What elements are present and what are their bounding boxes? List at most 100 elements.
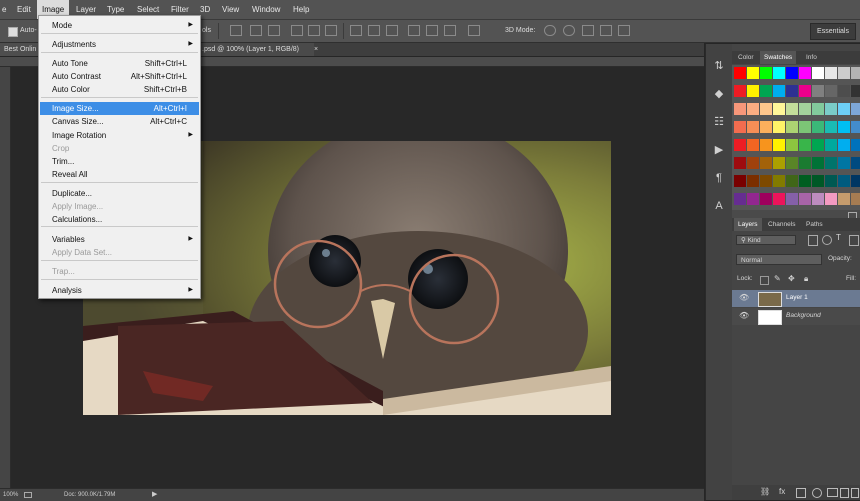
swatch[interactable] <box>786 67 798 79</box>
swatch[interactable] <box>786 139 798 151</box>
menu-item-reveal-all[interactable]: Reveal All <box>40 168 199 181</box>
layer-style-icon[interactable]: fx <box>779 487 785 496</box>
menu-item-canvas-size[interactable]: Canvas Size... Alt+Ctrl+C <box>40 115 199 128</box>
align-left-icon[interactable] <box>291 25 303 36</box>
tab-color[interactable]: Color <box>734 51 758 64</box>
layer-row-layer1[interactable]: 👁︎ Layer 1 <box>732 290 860 307</box>
properties-icon[interactable]: ☷ <box>711 114 727 130</box>
swatch[interactable] <box>851 121 860 133</box>
swatch[interactable] <box>786 193 798 205</box>
swatch[interactable] <box>747 67 759 79</box>
menu-item-mode[interactable]: Mode ▶ <box>40 19 199 32</box>
swatch[interactable] <box>838 157 850 169</box>
actions-play-icon[interactable]: ▶ <box>711 142 727 158</box>
swatch[interactable] <box>773 139 785 151</box>
swatch[interactable] <box>786 85 798 97</box>
3d-scale-icon[interactable] <box>618 25 630 36</box>
swatch[interactable] <box>825 103 837 115</box>
layer-filter-select[interactable]: ⚲ Kind <box>736 235 796 245</box>
3d-roll-icon[interactable] <box>563 25 575 36</box>
swatch[interactable] <box>825 121 837 133</box>
align-top-icon[interactable] <box>230 25 242 36</box>
menu-item-trim[interactable]: Trim... <box>40 155 199 168</box>
swatch[interactable] <box>734 67 746 79</box>
swatch[interactable] <box>773 85 785 97</box>
layer-name[interactable]: Background <box>786 312 821 319</box>
swatch[interactable] <box>851 157 860 169</box>
history-icon[interactable]: ⇅ <box>711 58 727 74</box>
tab-paths[interactable]: Paths <box>802 218 827 231</box>
lock-move-icon[interactable]: ✥ <box>788 274 795 283</box>
swatch[interactable] <box>838 103 850 115</box>
swatch[interactable] <box>812 121 824 133</box>
align-hcenter-icon[interactable] <box>308 25 320 36</box>
swatch[interactable] <box>838 175 850 187</box>
menu-window[interactable]: Window <box>247 0 285 19</box>
close-tab-icon[interactable]: × <box>312 43 322 56</box>
filter-shape-icon[interactable] <box>849 235 859 246</box>
auto-select-checkbox[interactable] <box>8 27 18 37</box>
menu-item-analysis[interactable]: Analysis ▶ <box>40 284 199 297</box>
menu-help[interactable]: Help <box>288 0 314 19</box>
swatch[interactable] <box>799 175 811 187</box>
swatch[interactable] <box>799 67 811 79</box>
tab-swatches[interactable]: Swatches <box>760 51 797 64</box>
tab-other-document[interactable]: Best Onlin <box>0 43 42 56</box>
swatch[interactable] <box>851 139 860 151</box>
swatch[interactable] <box>773 157 785 169</box>
swatch[interactable] <box>838 85 850 97</box>
swatch[interactable] <box>786 121 798 133</box>
menu-item-auto-contrast[interactable]: Auto Contrast Alt+Shift+Ctrl+L <box>40 70 199 83</box>
filter-pixel-icon[interactable] <box>808 235 818 246</box>
filter-adjust-icon[interactable] <box>822 235 832 245</box>
tab-layers[interactable]: Layers <box>734 218 762 231</box>
layer-row-background[interactable]: 👁︎ Background <box>732 308 860 325</box>
link-layers-icon[interactable]: ⛓︎ <box>760 487 770 496</box>
3d-pan-icon[interactable] <box>582 25 594 36</box>
swatch[interactable] <box>747 103 759 115</box>
new-layer-icon[interactable] <box>840 488 849 498</box>
swatch[interactable] <box>747 175 759 187</box>
swatch[interactable] <box>812 67 824 79</box>
swatch[interactable] <box>734 157 746 169</box>
swatch[interactable] <box>799 157 811 169</box>
blend-mode-select[interactable]: Normal <box>736 254 822 265</box>
lock-all-icon[interactable]: 🔒︎ <box>804 274 808 284</box>
distribute-left-icon[interactable] <box>408 25 420 36</box>
3d-cube-icon[interactable]: ◆ <box>711 86 727 102</box>
swatch[interactable] <box>812 175 824 187</box>
swatch[interactable] <box>786 157 798 169</box>
add-mask-icon[interactable] <box>796 488 806 498</box>
swatch[interactable] <box>760 67 772 79</box>
zoom-level[interactable]: 100% <box>3 489 18 501</box>
character-icon[interactable]: A <box>711 198 727 214</box>
visibility-eye-icon[interactable]: 👁︎ <box>739 293 749 302</box>
swatch[interactable] <box>799 193 811 205</box>
menu-item-variables[interactable]: Variables ▶ <box>40 233 199 246</box>
swatch[interactable] <box>838 139 850 151</box>
swatch[interactable] <box>812 85 824 97</box>
swatch[interactable] <box>825 67 837 79</box>
status-share-icon[interactable] <box>24 492 32 498</box>
swatch[interactable] <box>747 139 759 151</box>
swatch[interactable] <box>812 193 824 205</box>
swatch[interactable] <box>799 85 811 97</box>
distribute-vcenter-icon[interactable] <box>368 25 380 36</box>
layer-name[interactable]: Layer 1 <box>786 294 808 301</box>
swatch[interactable] <box>838 67 850 79</box>
swatch[interactable] <box>812 103 824 115</box>
menu-item-auto-tone[interactable]: Auto Tone Shift+Ctrl+L <box>40 57 199 70</box>
auto-align-icon[interactable] <box>468 25 480 36</box>
swatch[interactable] <box>773 103 785 115</box>
menu-item-calculations[interactable]: Calculations... <box>40 213 199 226</box>
swatch[interactable] <box>851 67 860 79</box>
align-right-icon[interactable] <box>325 25 337 36</box>
distribute-bottom-icon[interactable] <box>386 25 398 36</box>
tab-channels[interactable]: Channels <box>764 218 799 231</box>
menu-view[interactable]: View <box>217 0 244 19</box>
menu-item-image-size[interactable]: Image Size... Alt+Ctrl+I <box>40 102 199 115</box>
paragraph-icon[interactable]: ¶ <box>711 170 727 186</box>
distribute-hcenter-icon[interactable] <box>426 25 438 36</box>
menu-item-auto-color[interactable]: Auto Color Shift+Ctrl+B <box>40 83 199 96</box>
swatch[interactable] <box>773 193 785 205</box>
